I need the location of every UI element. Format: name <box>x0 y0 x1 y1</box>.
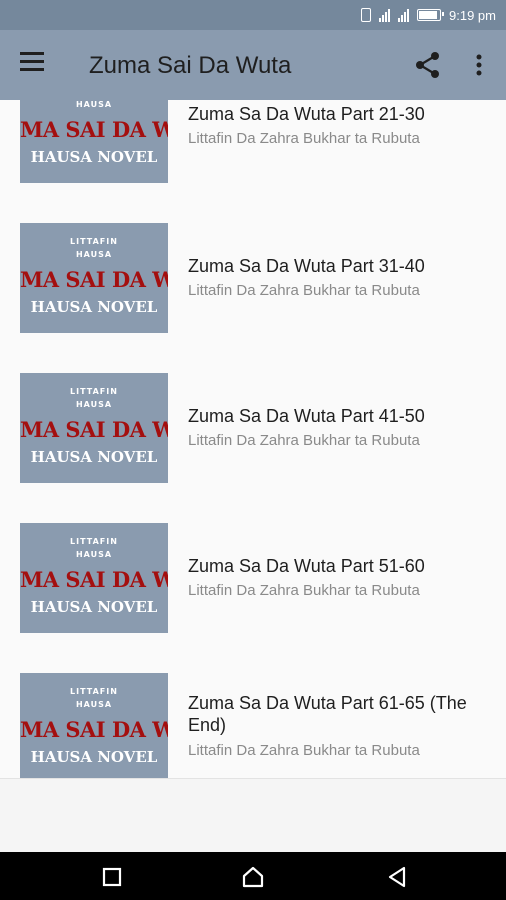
more-vert-icon[interactable] <box>468 50 490 80</box>
menu-icon[interactable] <box>20 52 48 78</box>
cover-subtitle: HAUSA NOVEL <box>30 148 158 166</box>
item-title: Zuma Sa Da Wuta Part 51-60 <box>188 556 425 576</box>
cover-subtitle: HAUSA NOVEL <box>30 598 158 616</box>
cover-title: MA SAI DA WU <box>20 567 168 592</box>
item-title: Zuma Sa Da Wuta Part 61-65 (The End) <box>188 693 467 735</box>
item-title: Zuma Sa Da Wuta Part 21-30 <box>188 104 425 124</box>
list-item[interactable]: LITTAFIN HAUSA MA SAI DA WU HAUSA NOVEL … <box>0 523 506 673</box>
cover-subtitle: HAUSA NOVEL <box>30 448 158 466</box>
status-time: 9:19 pm <box>449 7 496 23</box>
book-cover: LITTAFIN HAUSA MA SAI DA WU HAUSA NOVEL <box>20 673 168 778</box>
cover-line2: HAUSA <box>75 250 113 259</box>
navigation-bar <box>0 852 506 900</box>
list-item[interactable]: LITTAFIN HAUSA MA SAI DA WU HAUSA NOVEL … <box>0 673 506 778</box>
vibrate-icon <box>361 8 372 22</box>
item-author: Littafin Da Zahra Bukhar ta Rubuta <box>188 432 420 449</box>
item-author: Littafin Da Zahra Bukhar ta Rubuta <box>188 742 420 759</box>
cover-line2: HAUSA <box>75 700 113 709</box>
page-title: Zuma Sai Da Wuta <box>89 52 292 79</box>
back-icon[interactable] <box>384 864 410 890</box>
status-icons: 9:19 pm <box>361 6 496 24</box>
book-cover: LITTAFIN HAUSA MA SAI DA WU HAUSA NOVEL <box>20 223 168 333</box>
item-title: Zuma Sa Da Wuta Part 31-40 <box>188 256 425 276</box>
cover-line1: LITTAFIN <box>70 537 118 546</box>
recents-icon[interactable] <box>99 864 125 890</box>
cover-subtitle: HAUSA NOVEL <box>30 298 158 316</box>
cover-line2: HAUSA <box>75 400 113 409</box>
cover-line1: LITTAFIN <box>70 387 118 396</box>
battery-icon <box>417 9 445 21</box>
list-item[interactable]: LITTAFIN HAUSA MA SAI DA WU HAUSA NOVEL … <box>0 100 506 223</box>
item-author: Littafin Da Zahra Bukhar ta Rubuta <box>188 582 420 599</box>
cover-line1: LITTAFIN <box>70 237 118 246</box>
item-author: Littafin Da Zahra Bukhar ta Rubuta <box>188 282 420 299</box>
signal-icon <box>379 8 391 22</box>
cover-line2: HAUSA <box>75 100 113 109</box>
book-list[interactable]: LITTAFIN HAUSA MA SAI DA WU HAUSA NOVEL … <box>0 100 506 778</box>
app-bar: Zuma Sai Da Wuta <box>0 30 506 100</box>
signal-icon <box>398 8 410 22</box>
cover-title: MA SAI DA WU <box>20 117 168 142</box>
cover-title: MA SAI DA WU <box>20 717 168 742</box>
list-item[interactable]: LITTAFIN HAUSA MA SAI DA WU HAUSA NOVEL … <box>0 373 506 523</box>
cover-line2: HAUSA <box>75 550 113 559</box>
cover-title: MA SAI DA WU <box>20 267 168 292</box>
list-footer <box>0 778 506 853</box>
cover-subtitle: HAUSA NOVEL <box>30 748 158 766</box>
list-item[interactable]: LITTAFIN HAUSA MA SAI DA WU HAUSA NOVEL … <box>0 223 506 373</box>
cover-title: MA SAI DA WU <box>20 417 168 442</box>
book-cover: LITTAFIN HAUSA MA SAI DA WU HAUSA NOVEL <box>20 523 168 633</box>
home-icon[interactable] <box>240 864 266 890</box>
item-author: Littafin Da Zahra Bukhar ta Rubuta <box>188 130 420 147</box>
book-cover: LITTAFIN HAUSA MA SAI DA WU HAUSA NOVEL <box>20 373 168 483</box>
book-cover: LITTAFIN HAUSA MA SAI DA WU HAUSA NOVEL <box>20 100 168 183</box>
status-bar: 9:19 pm <box>0 0 506 30</box>
share-icon[interactable] <box>413 50 443 80</box>
item-title: Zuma Sa Da Wuta Part 41-50 <box>188 406 425 426</box>
cover-line1: LITTAFIN <box>70 687 118 696</box>
